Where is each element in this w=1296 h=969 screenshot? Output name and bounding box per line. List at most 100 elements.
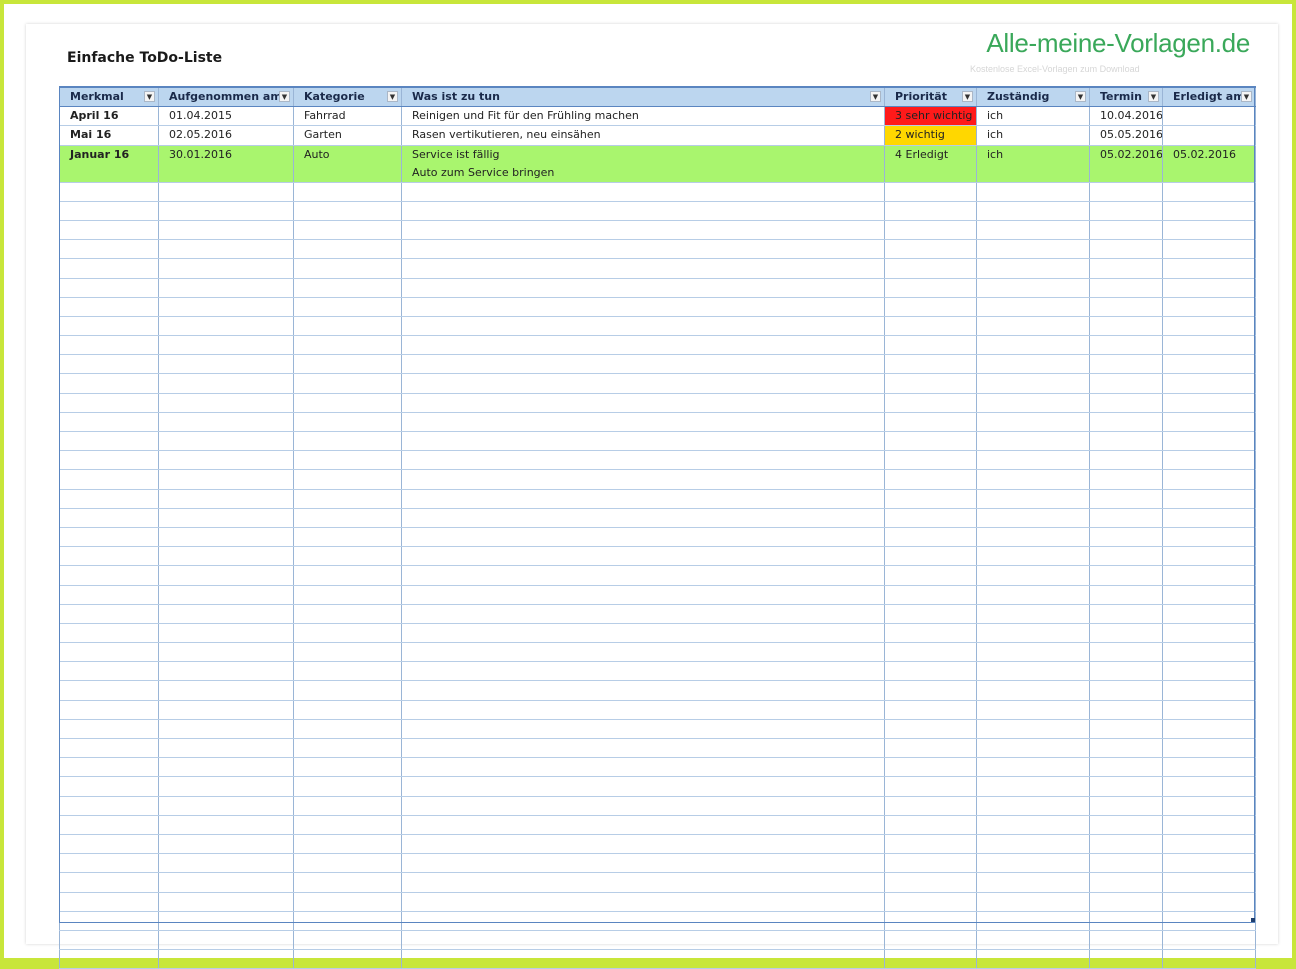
empty-cell[interactable] (1089, 565, 1163, 586)
empty-cell[interactable] (401, 738, 885, 759)
empty-cell[interactable] (293, 719, 402, 740)
empty-cell[interactable] (1162, 508, 1256, 528)
empty-cell[interactable] (976, 930, 1090, 951)
empty-cell[interactable] (976, 220, 1090, 241)
empty-cell[interactable] (1162, 546, 1256, 567)
empty-cell[interactable] (401, 489, 885, 509)
empty-cell[interactable] (293, 565, 402, 586)
empty-cell[interactable] (401, 220, 885, 241)
empty-cell[interactable] (59, 872, 159, 893)
empty-cell[interactable] (1162, 316, 1256, 337)
cell-task[interactable]: Service ist fällig Auto zum Service bring… (401, 145, 885, 183)
empty-cell[interactable] (1089, 719, 1163, 740)
empty-cell[interactable] (884, 642, 977, 663)
empty-cell[interactable] (1089, 182, 1163, 202)
cell-termin[interactable]: 05.02.2016 (1089, 145, 1163, 183)
empty-cell[interactable] (884, 738, 977, 759)
empty-cell[interactable] (976, 642, 1090, 663)
empty-cell[interactable] (1162, 661, 1256, 682)
empty-cell[interactable] (884, 719, 977, 740)
empty-cell[interactable] (976, 661, 1090, 682)
empty-cell[interactable] (1162, 393, 1256, 413)
empty-cell[interactable] (1089, 431, 1163, 452)
empty-cell[interactable] (884, 565, 977, 586)
empty-cell[interactable] (59, 680, 159, 701)
cell-prioritaet[interactable]: 3 sehr wichtig (884, 106, 977, 127)
empty-cell[interactable] (158, 661, 294, 682)
empty-cell[interactable] (401, 450, 885, 471)
empty-cell[interactable] (293, 738, 402, 759)
empty-cell[interactable] (59, 469, 159, 490)
empty-cell[interactable] (401, 431, 885, 452)
empty-cell[interactable] (976, 335, 1090, 356)
empty-cell[interactable] (158, 297, 294, 317)
empty-cell[interactable] (401, 258, 885, 279)
empty-cell[interactable] (1162, 719, 1256, 740)
empty-cell[interactable] (401, 316, 885, 337)
empty-cell[interactable] (884, 258, 977, 279)
empty-cell[interactable] (976, 585, 1090, 605)
empty-cell[interactable] (293, 431, 402, 452)
empty-cell[interactable] (1162, 297, 1256, 317)
empty-cell[interactable] (293, 527, 402, 548)
empty-cell[interactable] (158, 393, 294, 413)
empty-cell[interactable] (1162, 680, 1256, 701)
cell-zustaendig[interactable]: ich (976, 145, 1090, 183)
cell-merkmal[interactable]: April 16 (59, 106, 159, 127)
empty-cell[interactable] (884, 297, 977, 317)
empty-cell[interactable] (158, 565, 294, 586)
cell-prioritaet[interactable]: 2 wichtig (884, 125, 977, 146)
empty-cell[interactable] (1089, 911, 1163, 931)
empty-cell[interactable] (293, 911, 402, 931)
dropdown-arrow-icon[interactable]: ▼ (144, 91, 155, 102)
empty-cell[interactable] (1162, 911, 1256, 931)
empty-cell[interactable] (158, 335, 294, 356)
empty-cell[interactable] (293, 642, 402, 663)
empty-cell[interactable] (158, 373, 294, 394)
empty-cell[interactable] (1089, 412, 1163, 433)
empty-cell[interactable] (884, 872, 977, 893)
empty-cell[interactable] (884, 930, 977, 951)
empty-cell[interactable] (1162, 796, 1256, 816)
dropdown-arrow-icon[interactable]: ▼ (1075, 91, 1086, 102)
cell-termin[interactable]: 10.04.2016 (1089, 106, 1163, 127)
empty-cell[interactable] (158, 700, 294, 720)
empty-cell[interactable] (1089, 373, 1163, 394)
empty-cell[interactable] (59, 930, 159, 951)
empty-cell[interactable] (976, 623, 1090, 644)
empty-cell[interactable] (59, 182, 159, 202)
empty-cell[interactable] (884, 757, 977, 778)
empty-cell[interactable] (976, 546, 1090, 567)
empty-cell[interactable] (158, 719, 294, 740)
empty-cell[interactable] (59, 393, 159, 413)
empty-cell[interactable] (293, 278, 402, 298)
cell-task[interactable]: Reinigen und Fit für den Frühling machen (401, 106, 885, 127)
dropdown-arrow-icon[interactable]: ▼ (1241, 91, 1252, 102)
empty-cell[interactable] (884, 796, 977, 816)
empty-cell[interactable] (293, 949, 402, 969)
empty-cell[interactable] (884, 335, 977, 356)
empty-cell[interactable] (1162, 815, 1256, 835)
empty-cell[interactable] (59, 335, 159, 356)
empty-cell[interactable] (401, 815, 885, 835)
empty-cell[interactable] (59, 585, 159, 605)
empty-cell[interactable] (1162, 278, 1256, 298)
empty-cell[interactable] (1162, 892, 1256, 912)
empty-cell[interactable] (293, 757, 402, 778)
empty-cell[interactable] (59, 373, 159, 394)
empty-cell[interactable] (1089, 930, 1163, 951)
empty-cell[interactable] (401, 719, 885, 740)
table-resize-handle[interactable] (1251, 918, 1255, 922)
empty-cell[interactable] (59, 546, 159, 567)
empty-cell[interactable] (59, 297, 159, 317)
empty-cell[interactable] (59, 565, 159, 586)
empty-cell[interactable] (884, 623, 977, 644)
empty-cell[interactable] (158, 930, 294, 951)
empty-cell[interactable] (158, 546, 294, 567)
empty-cell[interactable] (976, 278, 1090, 298)
empty-cell[interactable] (293, 335, 402, 356)
cell-kategorie[interactable]: Auto (293, 145, 402, 183)
empty-cell[interactable] (293, 585, 402, 605)
dropdown-arrow-icon[interactable]: ▼ (1148, 91, 1159, 102)
empty-cell[interactable] (158, 604, 294, 624)
